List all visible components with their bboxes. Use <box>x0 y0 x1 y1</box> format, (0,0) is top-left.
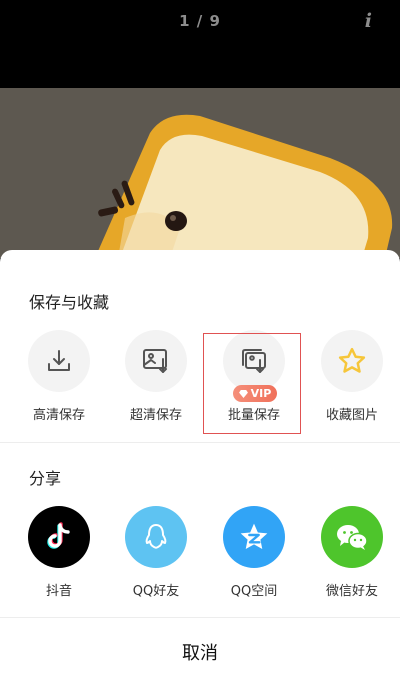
cancel-button[interactable]: 取消 <box>0 618 400 686</box>
share-sheet: 保存与收藏 高清保存 超清保存 批量保存 VIP 收藏图片 分享 抖音 QQ好友… <box>0 250 400 686</box>
share-wechat-label: 微信好友 <box>325 584 378 599</box>
share-qzone-label: QQ空间 <box>230 584 278 599</box>
section-divider <box>0 442 400 443</box>
favorite-image-button[interactable]: 收藏图片 <box>304 330 400 423</box>
share-qzone-button[interactable]: QQ空间 <box>206 506 302 599</box>
share-section-title: 分享 <box>29 469 62 488</box>
top-bar: 1 / 9 i <box>0 0 400 88</box>
uhd-save-label: 超清保存 <box>129 408 182 423</box>
batch-save-highlight <box>203 333 301 434</box>
favorite-image-label: 收藏图片 <box>325 408 378 423</box>
wechat-icon <box>321 506 383 568</box>
douyin-icon <box>28 506 90 568</box>
share-qq-label: QQ好友 <box>132 584 180 599</box>
vip-badge: VIP <box>233 385 277 402</box>
share-qq-button[interactable]: QQ好友 <box>108 506 204 599</box>
share-douyin-button[interactable]: 抖音 <box>11 506 107 599</box>
hd-save-label: 高清保存 <box>32 408 85 423</box>
qzone-icon <box>223 506 285 568</box>
download-icon <box>28 330 90 392</box>
qq-icon <box>125 506 187 568</box>
diamond-icon <box>238 389 248 398</box>
info-icon[interactable]: i <box>365 10 372 32</box>
uhd-save-button[interactable]: 超清保存 <box>108 330 204 423</box>
share-wechat-button[interactable]: 微信好友 <box>304 506 400 599</box>
save-section-title: 保存与收藏 <box>29 293 110 312</box>
share-douyin-label: 抖音 <box>45 584 72 599</box>
vip-badge-text: VIP <box>250 387 272 400</box>
hd-save-button[interactable]: 高清保存 <box>11 330 107 423</box>
background-photo <box>0 88 400 258</box>
page-counter: 1 / 9 <box>179 12 221 30</box>
image-download-icon <box>125 330 187 392</box>
star-icon <box>321 330 383 392</box>
